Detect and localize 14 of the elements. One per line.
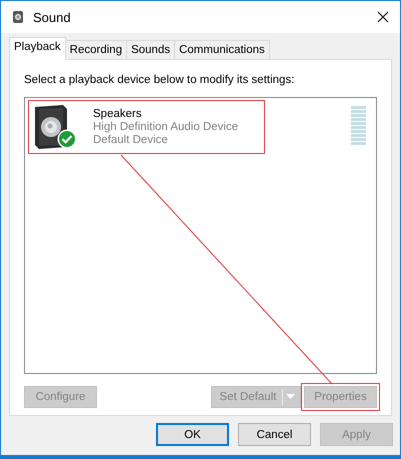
instruction-text: Select a playback device below to modify its settings: xyxy=(24,73,296,88)
speaker-icon xyxy=(13,11,23,23)
button[interactable]: OK xyxy=(156,423,229,446)
tab[interactable]: Communications xyxy=(174,40,270,59)
button[interactable]: Cancel xyxy=(238,423,311,446)
device-item[interactable]: Speakers High Definition Audio Device Default Device xyxy=(28,100,266,154)
device-driver: High Definition Audio Device xyxy=(93,120,238,134)
caret-icon xyxy=(286,394,296,400)
device-name: Speakers xyxy=(93,108,143,120)
device-status: Default Device xyxy=(93,134,169,146)
level-meter xyxy=(351,106,366,145)
window-title: Sound xyxy=(33,10,71,24)
close-icon[interactable] xyxy=(377,11,389,23)
tab[interactable]: Playback xyxy=(9,37,66,60)
